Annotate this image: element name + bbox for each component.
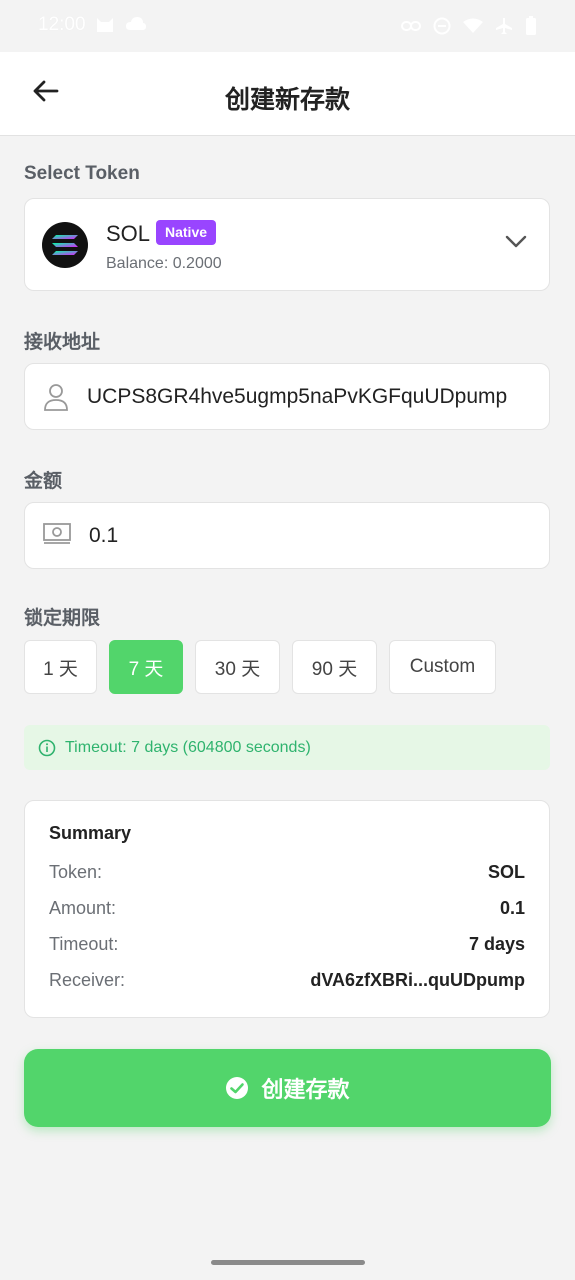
summary-row-receiver: Receiver: dVA6zfXBRi...quUDpump xyxy=(49,970,525,991)
money-icon xyxy=(43,522,71,551)
summary-row-amount: Amount: 0.1 xyxy=(49,898,525,919)
period-option-7-days[interactable]: 7 天 xyxy=(109,640,183,694)
create-deposit-button[interactable]: 创建存款 xyxy=(24,1049,551,1127)
gesture-nav-handle[interactable] xyxy=(211,1260,365,1265)
summary-row-token: Token: SOL xyxy=(49,862,525,883)
link-icon xyxy=(401,19,421,33)
receiver-address-value: UCPS8GR4hve5ugmp5naPvKGFquUDpump xyxy=(87,385,508,408)
summary-key: Token: xyxy=(49,862,103,882)
native-badge: Native xyxy=(156,220,217,245)
summary-value: 7 days xyxy=(468,934,525,954)
token-balance: Balance: 0.2000 xyxy=(106,255,222,272)
period-option-30-days[interactable]: 30 天 xyxy=(195,640,280,694)
cat-icon xyxy=(95,16,115,34)
receiver-label: 接收地址 xyxy=(24,332,101,353)
timeout-info-text: Timeout: 7 days (604800 seconds) xyxy=(65,738,311,756)
period-option-custom[interactable]: Custom xyxy=(389,640,496,694)
amount-label: 金额 xyxy=(24,471,63,492)
select-token-label: Select Token xyxy=(24,163,140,184)
summary-key: Amount: xyxy=(49,898,117,918)
page-title: 创建新存款 xyxy=(224,86,350,114)
timeout-info-bar: Timeout: 7 days (604800 seconds) xyxy=(24,725,550,770)
summary-title: Summary xyxy=(49,823,132,843)
info-icon xyxy=(38,739,56,757)
token-name: SOL xyxy=(106,221,151,246)
summary-value: 0.1 xyxy=(499,898,525,918)
wifi-icon xyxy=(463,18,483,34)
status-bar: 12:00 xyxy=(0,0,575,52)
app-bar: 创建新存款 xyxy=(0,52,575,136)
amount-value: 0.1 xyxy=(89,524,119,547)
cloud-icon xyxy=(125,16,147,34)
summary-key: Timeout: xyxy=(49,934,119,954)
summary-value: dVA6zfXBRi...quUDpump xyxy=(310,970,525,990)
battery-icon xyxy=(525,16,537,36)
summary-row-timeout: Timeout: 7 days xyxy=(49,934,525,955)
create-deposit-label: 创建存款 xyxy=(261,1077,350,1102)
lock-period-options: 1 天 7 天 30 天 90 天 Custom xyxy=(24,640,496,694)
summary-key: Receiver: xyxy=(49,970,126,990)
period-option-1-day[interactable]: 1 天 xyxy=(24,640,97,694)
summary-card: Summary Token: SOL Amount: 0.1 Timeout: … xyxy=(24,800,550,1018)
summary-value: SOL xyxy=(487,862,525,882)
airplane-icon xyxy=(495,17,513,35)
user-icon xyxy=(43,383,69,416)
status-time: 12:00 xyxy=(38,14,86,35)
do-not-disturb-icon xyxy=(433,17,451,35)
check-circle-icon xyxy=(225,1076,249,1100)
sol-logo-icon xyxy=(42,222,88,268)
receiver-address-input[interactable]: UCPS8GR4hve5ugmp5naPvKGFquUDpump xyxy=(24,363,550,430)
period-option-90-days[interactable]: 90 天 xyxy=(292,640,377,694)
token-selector[interactable]: SOL Native Balance: 0.2000 xyxy=(24,198,550,291)
lock-period-label: 锁定期限 xyxy=(24,608,101,629)
amount-input[interactable]: 0.1 xyxy=(24,502,550,569)
chevron-down-icon xyxy=(505,235,527,254)
